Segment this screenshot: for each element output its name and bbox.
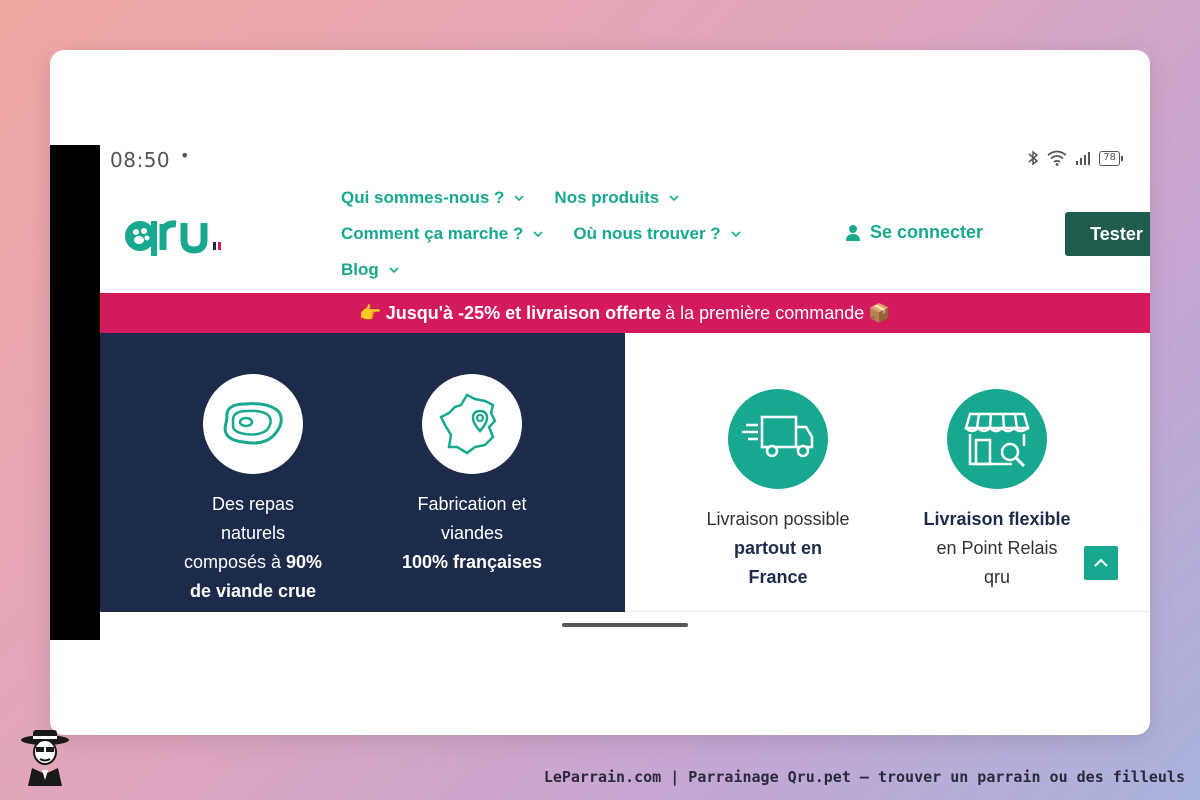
- signal-icon: [1076, 152, 1091, 165]
- chevron-down-icon: [389, 267, 399, 274]
- black-edge: [50, 145, 100, 640]
- feature-france-line3: 100% françaises: [372, 548, 572, 577]
- chevron-down-icon: [731, 231, 741, 238]
- feature-meat-line4: de viande crue: [153, 577, 353, 606]
- nav-blog[interactable]: Blog: [341, 260, 399, 280]
- notification-dot: •: [180, 146, 190, 165]
- feature-meat-line4-bold: de viande crue: [189, 581, 317, 601]
- feature-meat: Des repas naturels composés à 90% de via…: [153, 374, 353, 606]
- nav-qui-sommes-nous[interactable]: Qui sommes-nous ?: [341, 188, 524, 208]
- login-link[interactable]: Se connecter: [845, 222, 983, 243]
- features-dark-panel: Des repas naturels composés à 90% de via…: [100, 333, 625, 612]
- nav-label: Nos produits: [554, 188, 660, 207]
- feature-meat-line3a: composés à: [183, 552, 287, 572]
- feature-delivery: Livraison possible partout en France: [678, 389, 878, 592]
- package-emoji: 📦: [868, 302, 891, 323]
- feature-france-line2: viandes: [440, 523, 504, 543]
- mascot-logo: [21, 730, 69, 786]
- nav-label: Comment ça marche ?: [341, 224, 524, 243]
- feature-relay-line1-bold: Livraison flexible: [923, 509, 1071, 529]
- feature-relay-line1: Livraison flexible: [897, 505, 1097, 534]
- chevron-down-icon: [669, 195, 679, 202]
- nav-comment-ca-marche[interactable]: Comment ça marche ?: [341, 224, 543, 244]
- feature-delivery-line2: partout en: [678, 534, 878, 563]
- promo-bold-text: Jusqu'à -25% et livraison offerte: [385, 302, 662, 323]
- feature-france: Fabrication et viandes 100% françaises: [372, 374, 572, 577]
- site-header: Qui sommes-nous ? Nos produits Comment ç…: [100, 180, 1150, 292]
- nav-label: Où nous trouver ?: [573, 224, 721, 243]
- france-map-icon: [422, 374, 522, 474]
- user-icon: [846, 224, 860, 241]
- feature-relay-line3: qru: [983, 567, 1010, 587]
- footer-caption: LeParrain.com | Parrainage Qru.pet — tro…: [543, 768, 1185, 786]
- chevron-up-icon: [1094, 558, 1108, 567]
- feature-meat-line1: Des repas: [211, 494, 295, 514]
- login-label: Se connecter: [870, 222, 984, 242]
- truck-icon: [728, 389, 828, 489]
- promo-banner[interactable]: 👉 Jusqu'à -25% et livraison offerte à la…: [100, 293, 1150, 333]
- qru-logo[interactable]: [125, 208, 240, 268]
- promo-text: à la première commande: [665, 302, 865, 323]
- features-white-panel: Livraison possible partout en France Liv…: [625, 333, 1150, 612]
- scroll-to-top-button[interactable]: [1084, 546, 1118, 580]
- feature-delivery-line3-bold: France: [748, 567, 808, 587]
- home-indicator[interactable]: [562, 623, 688, 627]
- feature-meat-line3: composés à 90%: [153, 548, 353, 577]
- status-bar: 08:50 • 78: [110, 146, 1123, 172]
- feature-meat-line3b: 90%: [286, 552, 323, 572]
- feature-delivery-line1: Livraison possible: [706, 509, 850, 529]
- feature-france-line3-bold: 100% françaises: [401, 552, 543, 572]
- feature-relay: Livraison flexible en Point Relais qru: [897, 389, 1097, 592]
- chevron-down-icon: [514, 195, 524, 202]
- feature-france-line1: Fabrication et: [417, 494, 527, 514]
- battery-icon: 78: [1099, 150, 1123, 166]
- feature-delivery-line2-bold: partout en: [734, 538, 822, 558]
- nav-nos-produits[interactable]: Nos produits: [554, 188, 679, 208]
- feature-relay-line2: en Point Relais: [936, 538, 1058, 558]
- status-icons: 78: [1027, 150, 1123, 166]
- chevron-down-icon: [533, 231, 543, 238]
- bluetooth-icon: [1028, 150, 1039, 166]
- status-time: 08:50: [110, 148, 171, 172]
- tester-button[interactable]: Tester: [1065, 212, 1150, 256]
- steak-icon: [203, 374, 303, 474]
- nav-label: Blog: [341, 260, 379, 279]
- feature-delivery-line3: France: [678, 563, 878, 592]
- main-nav: Qui sommes-nous ? Nos produits Comment ç…: [341, 180, 741, 288]
- nav-label: Qui sommes-nous ?: [341, 188, 505, 207]
- nav-ou-nous-trouver[interactable]: Où nous trouver ?: [573, 224, 741, 244]
- wifi-icon: [1047, 150, 1067, 166]
- screenshot-card: 08:50 • 78 Qui sommes-nous ? Nos produit…: [50, 50, 1150, 735]
- shop-icon: [947, 389, 1047, 489]
- pointing-hand-emoji: 👉: [359, 302, 382, 323]
- feature-meat-line2: naturels: [220, 523, 286, 543]
